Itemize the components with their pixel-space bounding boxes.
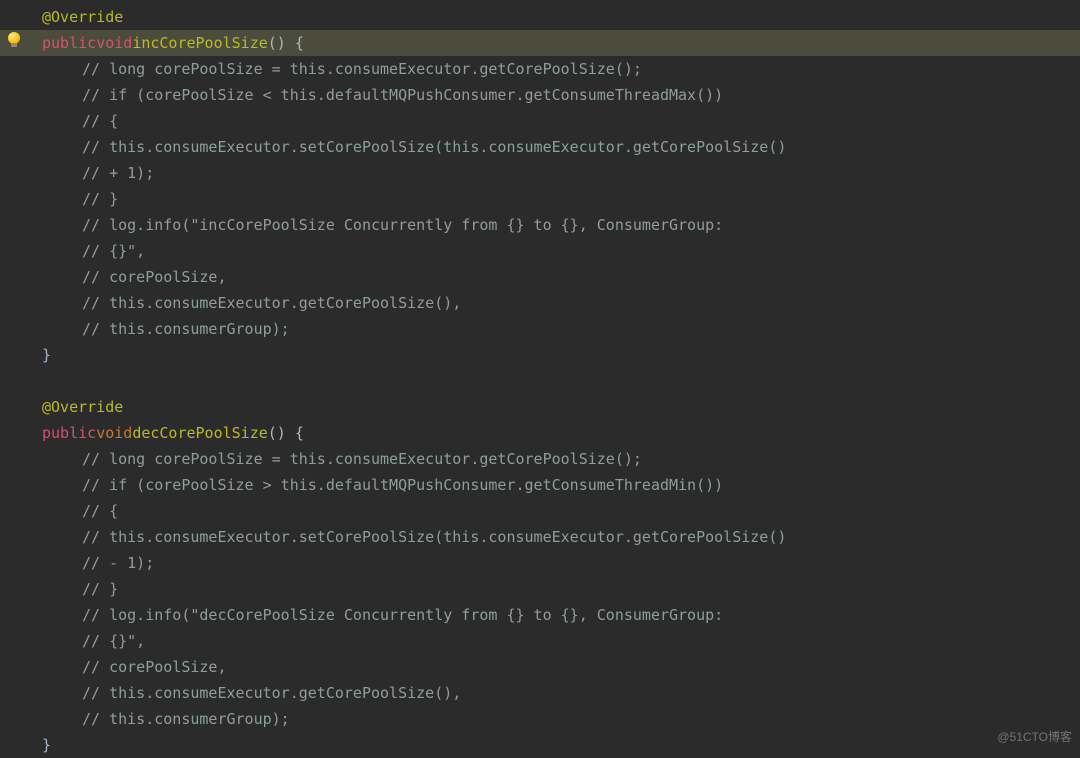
code-token-comment: // this.consumeExecutor.setCorePoolSize(…: [82, 524, 786, 550]
code-token-comment: // {: [82, 498, 118, 524]
code-line[interactable]: // {}",: [0, 628, 1080, 654]
code-line[interactable]: // log.info("incCorePoolSize Concurrentl…: [0, 212, 1080, 238]
code-token-keyword: void: [96, 30, 132, 56]
code-line[interactable]: // long corePoolSize = this.consumeExecu…: [0, 446, 1080, 472]
code-line[interactable]: @Override: [0, 394, 1080, 420]
code-token-comment: // this.consumeExecutor.getCorePoolSize(…: [82, 680, 461, 706]
code-line[interactable]: // this.consumeExecutor.setCorePoolSize(…: [0, 134, 1080, 160]
code-token-comment: // }: [82, 186, 118, 212]
code-line[interactable]: }: [0, 342, 1080, 368]
code-token-comment: // {}",: [82, 238, 145, 264]
code-line[interactable]: // long corePoolSize = this.consumeExecu…: [0, 56, 1080, 82]
code-line[interactable]: // log.info("decCorePoolSize Concurrentl…: [0, 602, 1080, 628]
code-token-comment: // if (corePoolSize > this.defaultMQPush…: [82, 472, 723, 498]
code-line[interactable]: // }: [0, 576, 1080, 602]
code-token-keyword: public: [42, 30, 96, 56]
code-line[interactable]: // this.consumerGroup);: [0, 706, 1080, 732]
code-line[interactable]: public void incCorePoolSize() {: [0, 30, 1080, 56]
code-line[interactable]: }: [0, 732, 1080, 758]
code-token-comment: // - 1);: [82, 550, 154, 576]
code-line[interactable]: // corePoolSize,: [0, 654, 1080, 680]
code-token-method: incCorePoolSize: [132, 30, 267, 56]
code-token-comment: // corePoolSize,: [82, 654, 227, 680]
code-line[interactable]: // {}",: [0, 238, 1080, 264]
code-token-comment: // log.info("decCorePoolSize Concurrentl…: [82, 602, 723, 628]
code-line[interactable]: @Override: [0, 4, 1080, 30]
code-token-punct: () {: [268, 30, 304, 56]
code-line[interactable]: // corePoolSize,: [0, 264, 1080, 290]
code-line[interactable]: public void decCorePoolSize() {: [0, 420, 1080, 446]
code-line[interactable]: // this.consumeExecutor.getCorePoolSize(…: [0, 680, 1080, 706]
code-token-comment: // long corePoolSize = this.consumeExecu…: [82, 56, 642, 82]
code-editor[interactable]: @Overridepublic void incCorePoolSize() {…: [0, 0, 1080, 758]
watermark: @51CTO博客: [997, 724, 1072, 750]
code-token-comment: // log.info("incCorePoolSize Concurrentl…: [82, 212, 723, 238]
code-token-comment: // this.consumeExecutor.getCorePoolSize(…: [82, 290, 461, 316]
code-line[interactable]: // this.consumerGroup);: [0, 316, 1080, 342]
code-line[interactable]: // - 1);: [0, 550, 1080, 576]
code-line[interactable]: // if (corePoolSize > this.defaultMQPush…: [0, 472, 1080, 498]
code-line[interactable]: // this.consumeExecutor.setCorePoolSize(…: [0, 524, 1080, 550]
lightbulb-icon[interactable]: [6, 32, 24, 50]
code-token-comment: // {}",: [82, 628, 145, 654]
code-line[interactable]: // }: [0, 186, 1080, 212]
code-token-comment: // long corePoolSize = this.consumeExecu…: [82, 446, 642, 472]
code-token-punct: () {: [268, 420, 304, 446]
code-token-comment: // if (corePoolSize < this.defaultMQPush…: [82, 82, 723, 108]
code-token-comment: // this.consumerGroup);: [82, 706, 290, 732]
code-token-type: void: [96, 420, 132, 446]
code-line[interactable]: // this.consumeExecutor.getCorePoolSize(…: [0, 290, 1080, 316]
code-token-comment: // this.consumeExecutor.setCorePoolSize(…: [82, 134, 786, 160]
code-line[interactable]: // if (corePoolSize < this.defaultMQPush…: [0, 82, 1080, 108]
code-token-comment: // {: [82, 108, 118, 134]
code-line[interactable]: // {: [0, 108, 1080, 134]
code-token-comment: // + 1);: [82, 160, 154, 186]
code-token-annotation: @Override: [42, 4, 123, 30]
code-token-punct: }: [42, 732, 51, 758]
code-token-annotation: @Override: [42, 394, 123, 420]
code-token-keyword: public: [42, 420, 96, 446]
code-line[interactable]: // {: [0, 498, 1080, 524]
code-line[interactable]: [0, 368, 1080, 394]
code-token-comment: // this.consumerGroup);: [82, 316, 290, 342]
code-token-comment: // corePoolSize,: [82, 264, 227, 290]
code-token-comment: // }: [82, 576, 118, 602]
code-token-punct: }: [42, 342, 51, 368]
code-token-method: decCorePoolSize: [132, 420, 267, 446]
code-line[interactable]: // + 1);: [0, 160, 1080, 186]
